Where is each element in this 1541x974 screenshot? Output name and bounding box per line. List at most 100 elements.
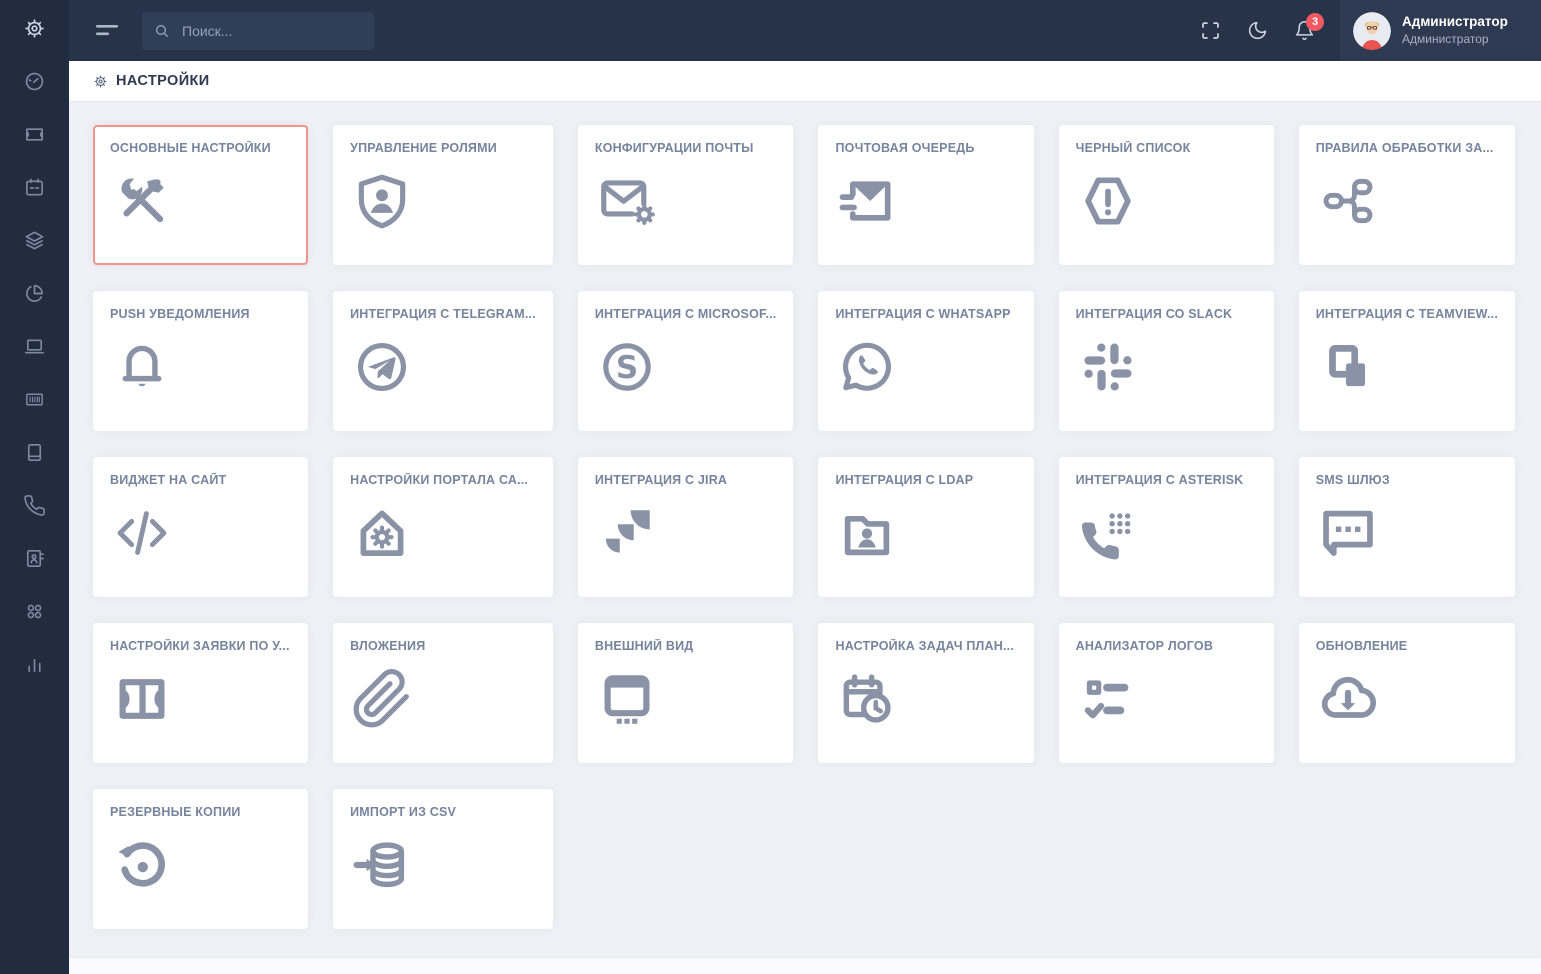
slack-icon bbox=[1077, 336, 1139, 398]
card-title: УПРАВЛЕНИЕ РОЛЯМИ bbox=[350, 141, 536, 155]
card-title: НАСТРОЙКА ЗАДАЧ ПЛАН... bbox=[835, 639, 1016, 653]
sidebar-item-settings[interactable] bbox=[0, 2, 69, 55]
card-title: ВЛОЖЕНИЯ bbox=[350, 639, 536, 653]
sidebar-item-devices[interactable] bbox=[0, 320, 69, 373]
settings-card-shield-user[interactable]: УПРАВЛЕНИЕ РОЛЯМИ bbox=[333, 125, 553, 265]
search-input[interactable] bbox=[180, 22, 362, 40]
bell-icon bbox=[111, 336, 173, 398]
settings-card-folder-user[interactable]: ИНТЕГРАЦИЯ С LDAP bbox=[818, 457, 1033, 597]
sidebar-item-dashboard[interactable] bbox=[0, 55, 69, 108]
card-title: ИНТЕГРАЦИЯ СО SLACK bbox=[1076, 307, 1257, 321]
settings-card-restore[interactable]: РЕЗЕРВНЫЕ КОПИИ bbox=[93, 789, 308, 929]
settings-card-squares[interactable]: ИНТЕГРАЦИЯ С TEAMVIEW... bbox=[1299, 291, 1515, 431]
page-header: НАСТРОЙКИ bbox=[69, 61, 1541, 101]
sidebar-item-layers[interactable] bbox=[0, 214, 69, 267]
code-icon bbox=[111, 502, 173, 564]
card-title: ИНТЕГРАЦИЯ С ASTERISK bbox=[1076, 473, 1257, 487]
whatsapp-icon bbox=[836, 336, 898, 398]
tools-icon bbox=[111, 170, 173, 232]
card-title: АНАЛИЗАТОР ЛОГОВ bbox=[1076, 639, 1257, 653]
settings-card-clip[interactable]: ВЛОЖЕНИЯ bbox=[333, 623, 553, 763]
notification-badge: 3 bbox=[1306, 13, 1324, 31]
checklist-icon bbox=[1077, 668, 1139, 730]
squares-icon bbox=[1317, 336, 1379, 398]
settings-card-phone-pad[interactable]: ИНТЕГРАЦИЯ С ASTERISK bbox=[1059, 457, 1274, 597]
topbar-right: 3 Администратор Админ bbox=[1199, 0, 1541, 61]
clip-icon bbox=[351, 668, 413, 730]
card-title: PUSH УВЕДОМЛЕНИЯ bbox=[110, 307, 291, 321]
settings-card-skype[interactable]: ИНТЕГРАЦИЯ С MICROSOF... bbox=[578, 291, 794, 431]
phone-pad-icon bbox=[1077, 502, 1139, 564]
settings-card-slack[interactable]: ИНТЕГРАЦИЯ СО SLACK bbox=[1059, 291, 1274, 431]
settings-card-telegram[interactable]: ИНТЕГРАЦИЯ С TELEGRAM... bbox=[333, 291, 553, 431]
settings-card-tools[interactable]: ОСНОВНЫЕ НАСТРОЙКИ bbox=[93, 125, 308, 265]
search-icon bbox=[154, 23, 170, 39]
settings-card-ticket-card[interactable]: НАСТРОЙКИ ЗАЯВКИ ПО У... bbox=[93, 623, 308, 763]
sidebar-item-barcode[interactable] bbox=[0, 373, 69, 426]
house-gear-icon bbox=[351, 502, 413, 564]
user-menu[interactable]: Администратор Администратор bbox=[1340, 0, 1541, 61]
settings-card-bell[interactable]: PUSH УВЕДОМЛЕНИЯ bbox=[93, 291, 308, 431]
settings-card-screen[interactable]: ВНЕШНИЙ ВИД bbox=[578, 623, 794, 763]
skype-icon bbox=[596, 336, 658, 398]
settings-card-mail-send[interactable]: ПОЧТОВАЯ ОЧЕРЕДЬ bbox=[818, 125, 1033, 265]
card-title: ИНТЕГРАЦИЯ С TEAMVIEW... bbox=[1316, 307, 1498, 321]
card-title: НАСТРОЙКИ ЗАЯВКИ ПО У... bbox=[110, 639, 291, 653]
settings-card-checklist[interactable]: АНАЛИЗАТОР ЛОГОВ bbox=[1059, 623, 1274, 763]
menu-toggle-icon[interactable] bbox=[95, 22, 119, 40]
sidebar-item-apps[interactable] bbox=[0, 585, 69, 638]
screen-icon bbox=[596, 668, 658, 730]
search-box bbox=[142, 12, 374, 50]
gear-icon bbox=[93, 74, 108, 89]
settings-card-hex-alert[interactable]: ЧЕРНЫЙ СПИСОК bbox=[1059, 125, 1274, 265]
card-title: НАСТРОЙКИ ПОРТАЛА СА... bbox=[350, 473, 536, 487]
hex-alert-icon bbox=[1077, 170, 1139, 232]
mail-gear-icon bbox=[596, 170, 658, 232]
ticket-card-icon bbox=[111, 668, 173, 730]
card-title: ОСНОВНЫЕ НАСТРОЙКИ bbox=[110, 141, 291, 155]
settings-card-flow[interactable]: ПРАВИЛА ОБРАБОТКИ ЗА... bbox=[1299, 125, 1515, 265]
settings-card-mail-gear[interactable]: КОНФИГУРАЦИИ ПОЧТЫ bbox=[578, 125, 794, 265]
sidebar-item-calendar[interactable] bbox=[0, 161, 69, 214]
settings-grid: ОСНОВНЫЕ НАСТРОЙКИ УПРАВЛЕНИЕ РОЛЯМИ КОН… bbox=[93, 125, 1515, 929]
card-title: ИНТЕГРАЦИЯ С LDAP bbox=[835, 473, 1016, 487]
topbar: 3 Администратор Админ bbox=[69, 0, 1541, 61]
card-title: КОНФИГУРАЦИИ ПОЧТЫ bbox=[595, 141, 777, 155]
cal-clock-icon bbox=[836, 668, 898, 730]
calendar-icon bbox=[23, 176, 46, 199]
card-title: ИНТЕГРАЦИЯ С TELEGRAM... bbox=[350, 307, 536, 321]
folder-user-icon bbox=[836, 502, 898, 564]
layers-icon bbox=[23, 229, 46, 252]
laptop-icon bbox=[23, 335, 46, 358]
card-title: ВИДЖЕТ НА САЙТ bbox=[110, 473, 291, 487]
db-import-icon bbox=[351, 834, 413, 896]
card-title: ИНТЕГРАЦИЯ С MICROSOF... bbox=[595, 307, 777, 321]
sidebar-item-knowledge-base[interactable] bbox=[0, 426, 69, 479]
settings-card-code[interactable]: ВИДЖЕТ НА САЙТ bbox=[93, 457, 308, 597]
settings-card-cal-clock[interactable]: НАСТРОЙКА ЗАДАЧ ПЛАН... bbox=[818, 623, 1033, 763]
settings-card-db-import[interactable]: ИМПОРТ ИЗ CSV bbox=[333, 789, 553, 929]
avatar bbox=[1353, 12, 1391, 50]
barcode-icon bbox=[23, 388, 46, 411]
settings-card-jira[interactable]: ИНТЕГРАЦИЯ С JIRA bbox=[578, 457, 794, 597]
moon-icon[interactable] bbox=[1246, 20, 1268, 42]
settings-card-house-gear[interactable]: НАСТРОЙКИ ПОРТАЛА СА... bbox=[333, 457, 553, 597]
settings-card-cloud-down[interactable]: ОБНОВЛЕНИЕ bbox=[1299, 623, 1515, 763]
card-title: ВНЕШНИЙ ВИД bbox=[595, 639, 777, 653]
gauge-icon bbox=[23, 70, 46, 93]
settings-card-whatsapp[interactable]: ИНТЕГРАЦИЯ С WHATSAPP bbox=[818, 291, 1033, 431]
sidebar-item-reports[interactable] bbox=[0, 267, 69, 320]
sidebar-item-contacts[interactable] bbox=[0, 532, 69, 585]
user-role: Администратор bbox=[1402, 32, 1508, 47]
card-title: ПРАВИЛА ОБРАБОТКИ ЗА... bbox=[1316, 141, 1498, 155]
sidebar-item-tickets[interactable] bbox=[0, 108, 69, 161]
card-title: РЕЗЕРВНЫЕ КОПИИ bbox=[110, 805, 291, 819]
notifications-bell-icon[interactable]: 3 bbox=[1293, 20, 1315, 42]
card-title: ПОЧТОВАЯ ОЧЕРЕДЬ bbox=[835, 141, 1016, 155]
sidebar-item-statistics[interactable] bbox=[0, 638, 69, 691]
sidebar-item-calls[interactable] bbox=[0, 479, 69, 532]
fullscreen-icon[interactable] bbox=[1199, 20, 1221, 42]
user-name: Администратор bbox=[1402, 14, 1508, 31]
bar-chart-icon bbox=[23, 653, 46, 676]
settings-card-sms[interactable]: SMS ШЛЮЗ bbox=[1299, 457, 1515, 597]
